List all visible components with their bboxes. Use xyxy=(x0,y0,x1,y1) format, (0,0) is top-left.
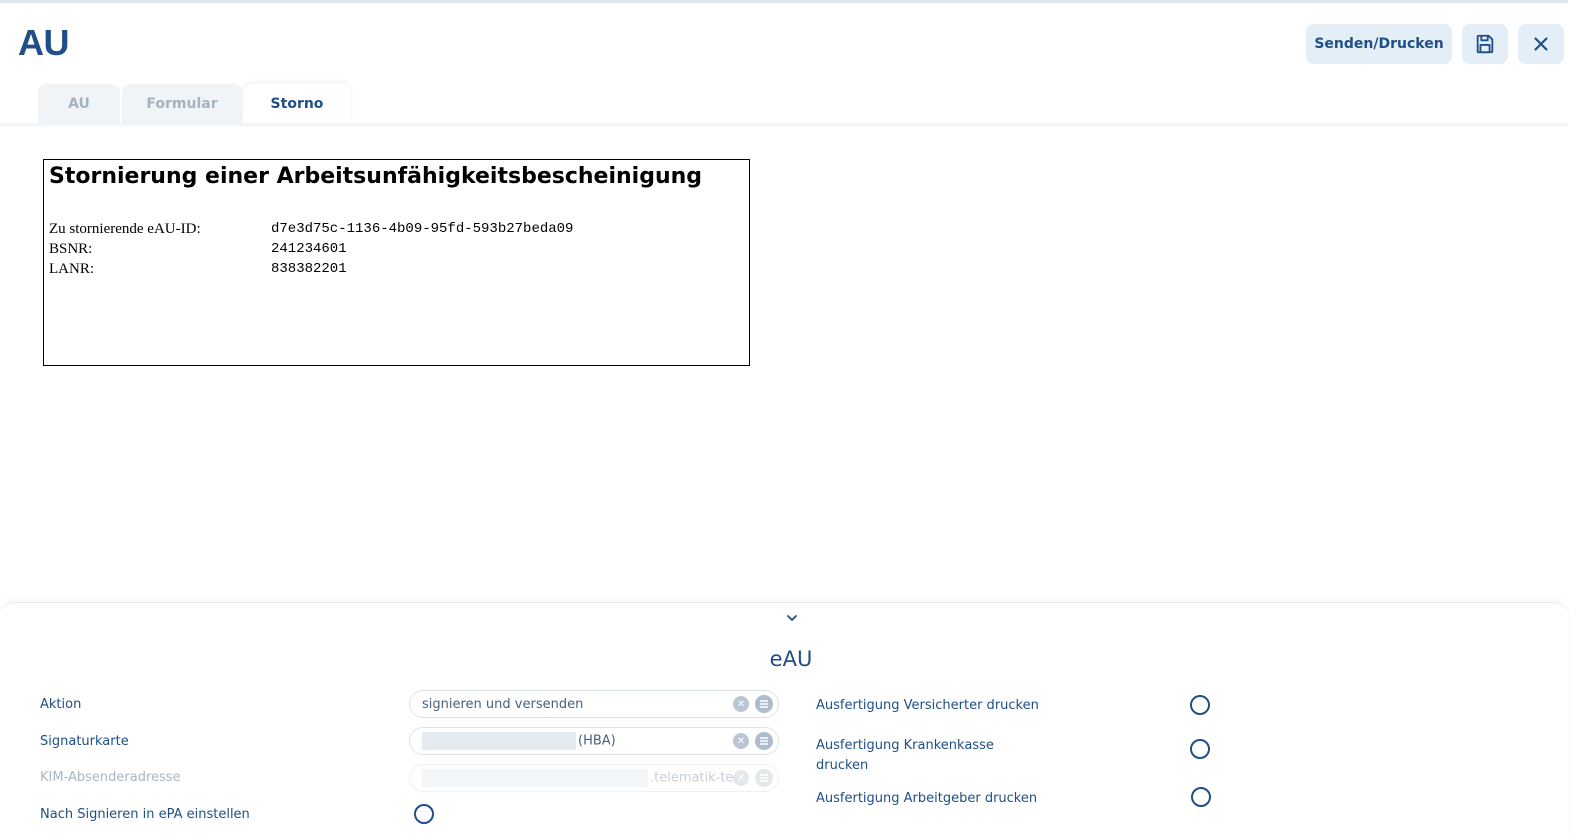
epa-radio[interactable] xyxy=(414,804,434,824)
signaturkarte-label: Signaturkarte xyxy=(40,734,129,749)
tab-au[interactable]: AU xyxy=(38,84,120,124)
tab-formular[interactable]: Formular xyxy=(122,84,242,124)
signaturkarte-value: (HBA) xyxy=(578,733,616,749)
top-border xyxy=(0,0,1568,3)
clear-icon: ✕ xyxy=(733,770,749,786)
close-icon xyxy=(1534,37,1548,51)
aktion-select[interactable]: signieren und versenden ✕ xyxy=(409,690,779,718)
arbeitgeber-radio[interactable] xyxy=(1191,787,1211,807)
list-icon[interactable] xyxy=(755,695,773,713)
clear-icon[interactable]: ✕ xyxy=(733,733,749,749)
krankenkasse-label-line1: Ausfertigung Krankenkasse xyxy=(816,738,994,753)
krankenkasse-radio[interactable] xyxy=(1190,739,1210,759)
list-icon xyxy=(755,769,773,787)
signaturkarte-select[interactable]: (HBA) ✕ xyxy=(409,727,779,755)
page-title: AU xyxy=(18,22,70,63)
versicherter-radio[interactable] xyxy=(1190,695,1210,715)
aktion-label: Aktion xyxy=(40,697,82,712)
document-row-eau-id: Zu stornierende eAU-ID: d7e3d75c-1136-4b… xyxy=(49,219,744,239)
krankenkasse-label: Ausfertigung Krankenkasse drucken xyxy=(816,736,994,776)
send-print-button[interactable]: Senden/Drucken xyxy=(1306,24,1452,64)
document-label: LANR: xyxy=(49,261,94,277)
tab-bar: AU Formular Storno xyxy=(38,84,352,124)
document-label: BSNR: xyxy=(49,241,93,257)
eau-panel: eAU Aktion signieren und versenden ✕ Sig… xyxy=(0,602,1568,840)
clear-icon[interactable]: ✕ xyxy=(733,696,749,712)
document-title: Stornierung einer Arbeitsunfähigkeitsbes… xyxy=(49,164,703,189)
save-icon xyxy=(1476,34,1494,54)
document-label: Zu stornierende eAU-ID: xyxy=(49,221,201,237)
versicherter-label: Ausfertigung Versicherter drucken xyxy=(816,698,1039,713)
document-row-bsnr: BSNR: 241234601 xyxy=(49,239,744,259)
masked-value xyxy=(422,769,648,787)
close-button[interactable] xyxy=(1518,24,1564,64)
krankenkasse-label-line2: drucken xyxy=(816,758,869,773)
kim-label: KIM-Absenderadresse xyxy=(40,770,181,785)
document-row-lanr: LANR: 838382201 xyxy=(49,259,744,279)
list-icon[interactable] xyxy=(755,732,773,750)
tab-divider xyxy=(0,123,1568,127)
save-button[interactable] xyxy=(1462,24,1508,64)
header-actions: Senden/Drucken xyxy=(1306,24,1564,64)
storno-document: Stornierung einer Arbeitsunfähigkeitsbes… xyxy=(43,159,750,366)
document-value: 241234601 xyxy=(271,241,347,257)
document-value: d7e3d75c-1136-4b09-95fd-593b27beda09 xyxy=(271,221,574,237)
tab-storno[interactable]: Storno xyxy=(244,84,350,124)
kim-value: .telematik-test xyxy=(650,770,733,786)
arbeitgeber-label: Ausfertigung Arbeitgeber drucken xyxy=(816,791,1038,806)
chevron-down-icon[interactable] xyxy=(786,613,798,623)
aktion-value: signieren und versenden xyxy=(422,696,584,712)
masked-value xyxy=(422,732,576,750)
epa-label: Nach Signieren in ePA einstellen xyxy=(40,807,250,822)
panel-title: eAU xyxy=(769,647,813,671)
kim-select: .telematik-test ✕ xyxy=(409,764,779,792)
document-value: 838382201 xyxy=(271,261,347,277)
